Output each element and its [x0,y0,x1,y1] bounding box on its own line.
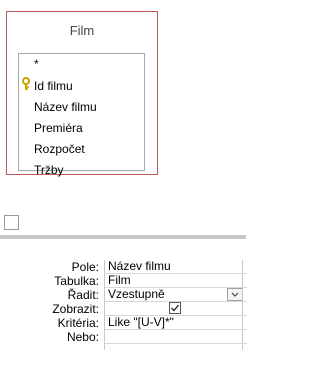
cell-table[interactable]: Film [105,274,247,288]
cell-or[interactable] [105,330,247,344]
cell-field[interactable]: Název filmu [105,260,247,274]
grid-column-divider [242,260,243,350]
key-icon [22,77,30,90]
field-item-id-filmu[interactable]: Id filmu [34,78,73,94]
sort-dropdown-button[interactable] [227,288,243,301]
cell-sort-value: Vzestupně [108,287,165,301]
checkmark-icon [171,304,180,312]
field-item-rozpocet[interactable]: Rozpočet [34,141,85,157]
table-title: Film [69,23,95,38]
field-item-premiera[interactable]: Premiéra [34,120,83,136]
row-label-or: Nebo: [66,330,99,344]
row-label-sort: Řadit: [67,288,99,302]
cell-show [105,302,247,316]
query-design-upper-pane: Film * Id filmu Název filmu Premiéra Roz… [0,0,246,190]
field-item-nazev-filmu[interactable]: Název filmu [34,99,97,115]
query-design-grid: Pole: Tabulka: Řadit: Zobrazit: Kritéria… [0,239,247,371]
field-item-trzby[interactable]: Tržby [34,162,64,178]
row-label-table: Tabulka: [54,274,99,288]
grid-selector-box[interactable] [4,215,19,230]
row-label-criteria: Kritéria: [57,316,99,330]
field-list: * Id filmu Název filmu Premiéra Rozpočet… [18,53,145,177]
chevron-down-icon [231,292,239,297]
cell-sort[interactable]: Vzestupně [105,288,247,302]
row-label-field: Pole: [71,260,99,274]
row-label-show: Zobrazit: [52,302,99,316]
cell-criteria[interactable]: Like "[U-V]*" [105,316,247,330]
grid-column-1: Název filmu Film Vzestupně Like "[U-V]*" [104,260,247,350]
table-field-list-film[interactable]: Film * Id filmu Název filmu Premiéra Roz… [6,11,158,177]
field-item-all[interactable]: * [34,56,39,72]
show-checkbox[interactable] [169,302,181,314]
